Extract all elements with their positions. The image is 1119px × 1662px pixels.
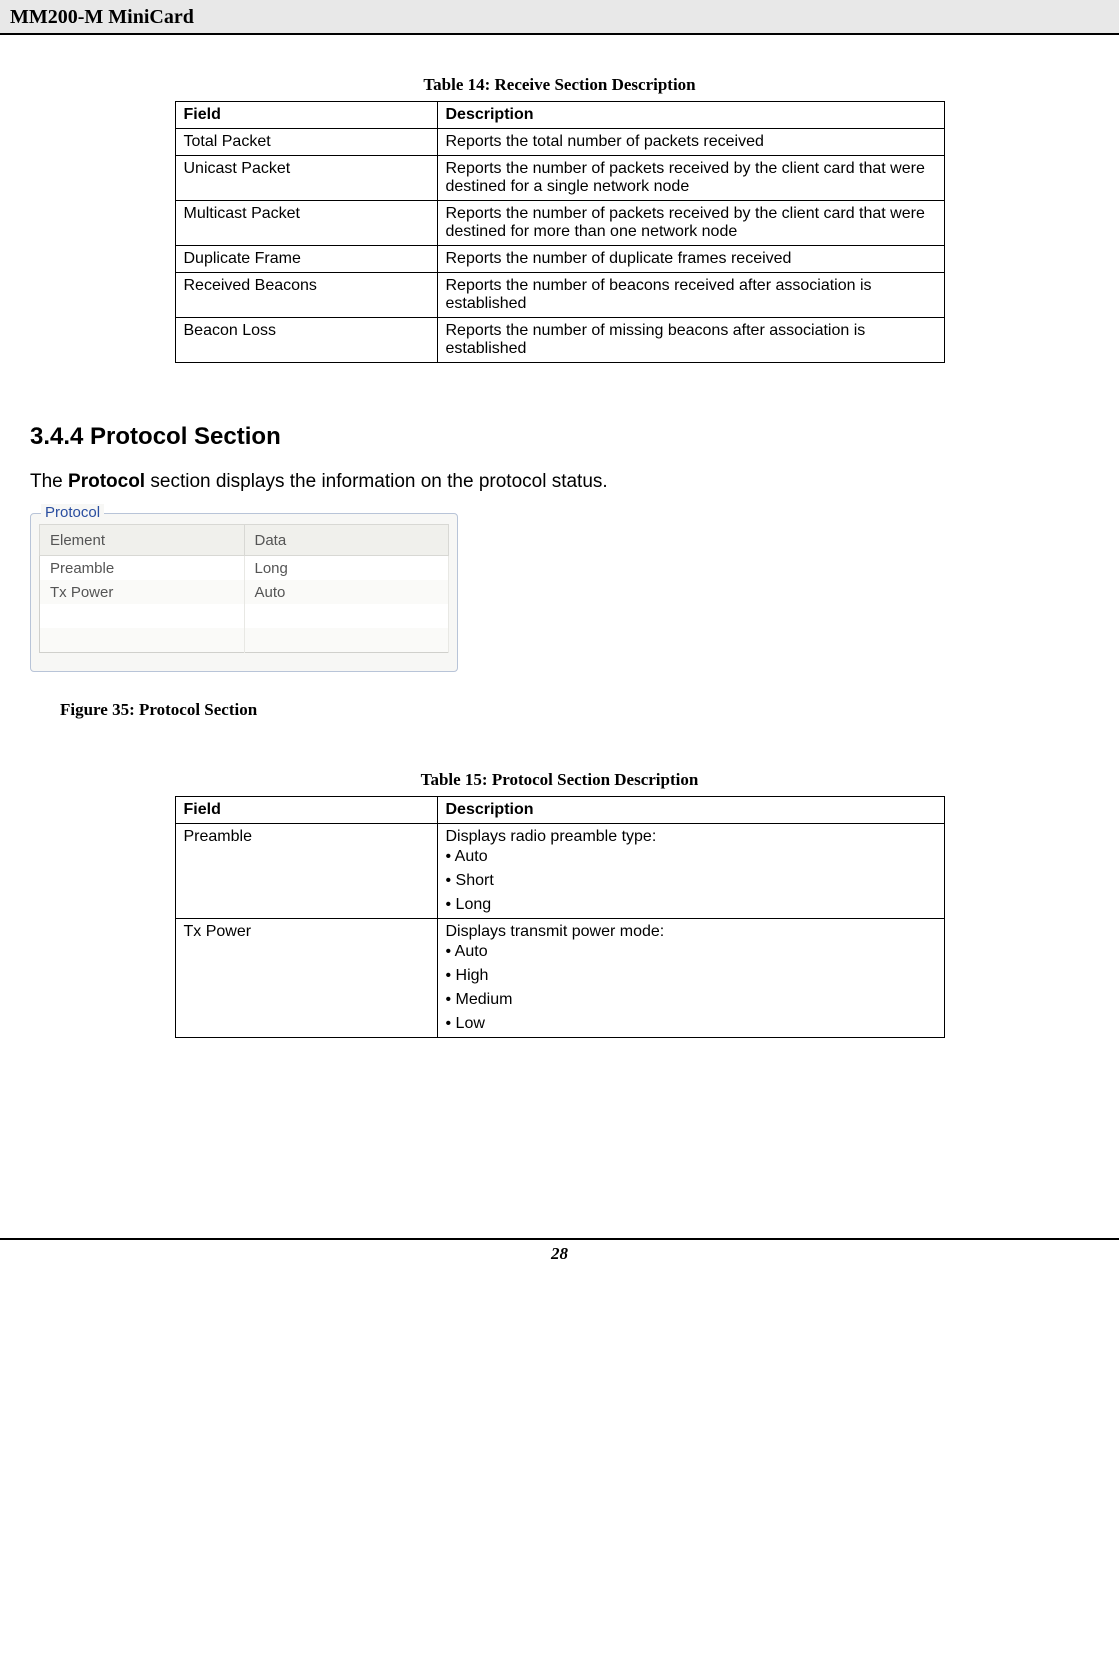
bullet: Short xyxy=(446,872,936,890)
desc-lead: Displays radio preamble type: xyxy=(446,828,936,846)
cell-desc: Reports the number of beacons received a… xyxy=(437,273,944,318)
page-footer: 28 xyxy=(0,1238,1119,1268)
bullet: Medium xyxy=(446,991,936,1009)
protocol-row: PreambleLong xyxy=(40,556,449,581)
protocol-row xyxy=(40,604,449,628)
cell-field: Preamble xyxy=(175,824,437,919)
section-intro: The Protocol section displays the inform… xyxy=(30,471,1089,493)
cell-desc: Displays transmit power mode: Auto High … xyxy=(437,919,944,1038)
protocol-groupbox: Protocol Element Data PreambleLong Tx Po… xyxy=(30,513,458,672)
cell-desc: Reports the total number of packets rece… xyxy=(437,129,944,156)
th-field: Field xyxy=(175,102,437,129)
bullet-list: Auto Short Long xyxy=(446,848,936,914)
cell-desc: Reports the number of missing beacons af… xyxy=(437,318,944,363)
cell-field: Duplicate Frame xyxy=(175,246,437,273)
bullet-list: Auto High Medium Low xyxy=(446,943,936,1033)
protocol-cell-dt: Long xyxy=(244,556,449,581)
cell-desc: Reports the number of duplicate frames r… xyxy=(437,246,944,273)
table15: Field Description Preamble Displays radi… xyxy=(175,796,945,1038)
protocol-cell-el xyxy=(40,604,245,628)
cell-field: Multicast Packet xyxy=(175,201,437,246)
intro-bold: Protocol xyxy=(68,471,145,492)
desc-lead: Displays transmit power mode: xyxy=(446,923,936,941)
table-row: Tx Power Displays transmit power mode: A… xyxy=(175,919,944,1038)
cell-desc: Reports the number of packets received b… xyxy=(437,156,944,201)
protocol-row xyxy=(40,628,449,653)
protocol-cell-dt xyxy=(244,604,449,628)
table-row: Unicast PacketReports the number of pack… xyxy=(175,156,944,201)
protocol-cell-dt: Auto xyxy=(244,580,449,604)
protocol-cell-dt xyxy=(244,628,449,653)
protocol-legend: Protocol xyxy=(41,504,104,521)
cell-desc: Displays radio preamble type: Auto Short… xyxy=(437,824,944,919)
main-content: Table 14: Receive Section Description Fi… xyxy=(0,35,1119,1038)
doc-title: MM200-M MiniCard xyxy=(10,6,194,28)
page-number: 28 xyxy=(551,1244,568,1263)
cell-field: Tx Power xyxy=(175,919,437,1038)
protocol-cell-el xyxy=(40,628,245,653)
table-row: Multicast PacketReports the number of pa… xyxy=(175,201,944,246)
cell-desc: Reports the number of packets received b… xyxy=(437,201,944,246)
bullet: Auto xyxy=(446,848,936,866)
table14: Field Description Total PacketReports th… xyxy=(175,101,945,363)
protocol-header-row: Element Data xyxy=(40,525,449,556)
cell-field: Received Beacons xyxy=(175,273,437,318)
protocol-th-data: Data xyxy=(244,525,449,556)
table-row: Total PacketReports the total number of … xyxy=(175,129,944,156)
cell-field: Total Packet xyxy=(175,129,437,156)
table15-caption: Table 15: Protocol Section Description xyxy=(30,770,1089,790)
protocol-cell-el: Tx Power xyxy=(40,580,245,604)
th-desc: Description xyxy=(437,102,944,129)
intro-pre: The xyxy=(30,471,68,492)
table14-caption: Table 14: Receive Section Description xyxy=(30,75,1089,95)
th-desc: Description xyxy=(437,797,944,824)
table-row: Duplicate FrameReports the number of dup… xyxy=(175,246,944,273)
bullet: High xyxy=(446,967,936,985)
table-header-row: Field Description xyxy=(175,102,944,129)
figure35-caption: Figure 35: Protocol Section xyxy=(60,700,1089,720)
cell-field: Unicast Packet xyxy=(175,156,437,201)
bullet: Long xyxy=(446,896,936,914)
th-field: Field xyxy=(175,797,437,824)
protocol-th-element: Element xyxy=(40,525,245,556)
bullet: Auto xyxy=(446,943,936,961)
protocol-cell-el: Preamble xyxy=(40,556,245,581)
table-row: Preamble Displays radio preamble type: A… xyxy=(175,824,944,919)
table-row: Beacon LossReports the number of missing… xyxy=(175,318,944,363)
cell-field: Beacon Loss xyxy=(175,318,437,363)
bullet: Low xyxy=(446,1015,936,1033)
protocol-row: Tx PowerAuto xyxy=(40,580,449,604)
table-header-row: Field Description xyxy=(175,797,944,824)
table-row: Received BeaconsReports the number of be… xyxy=(175,273,944,318)
protocol-table: Element Data PreambleLong Tx PowerAuto xyxy=(39,524,449,653)
doc-header: MM200-M MiniCard xyxy=(0,0,1119,35)
intro-post: section displays the information on the … xyxy=(145,471,608,492)
section-heading: 3.4.4 Protocol Section xyxy=(30,423,1089,451)
